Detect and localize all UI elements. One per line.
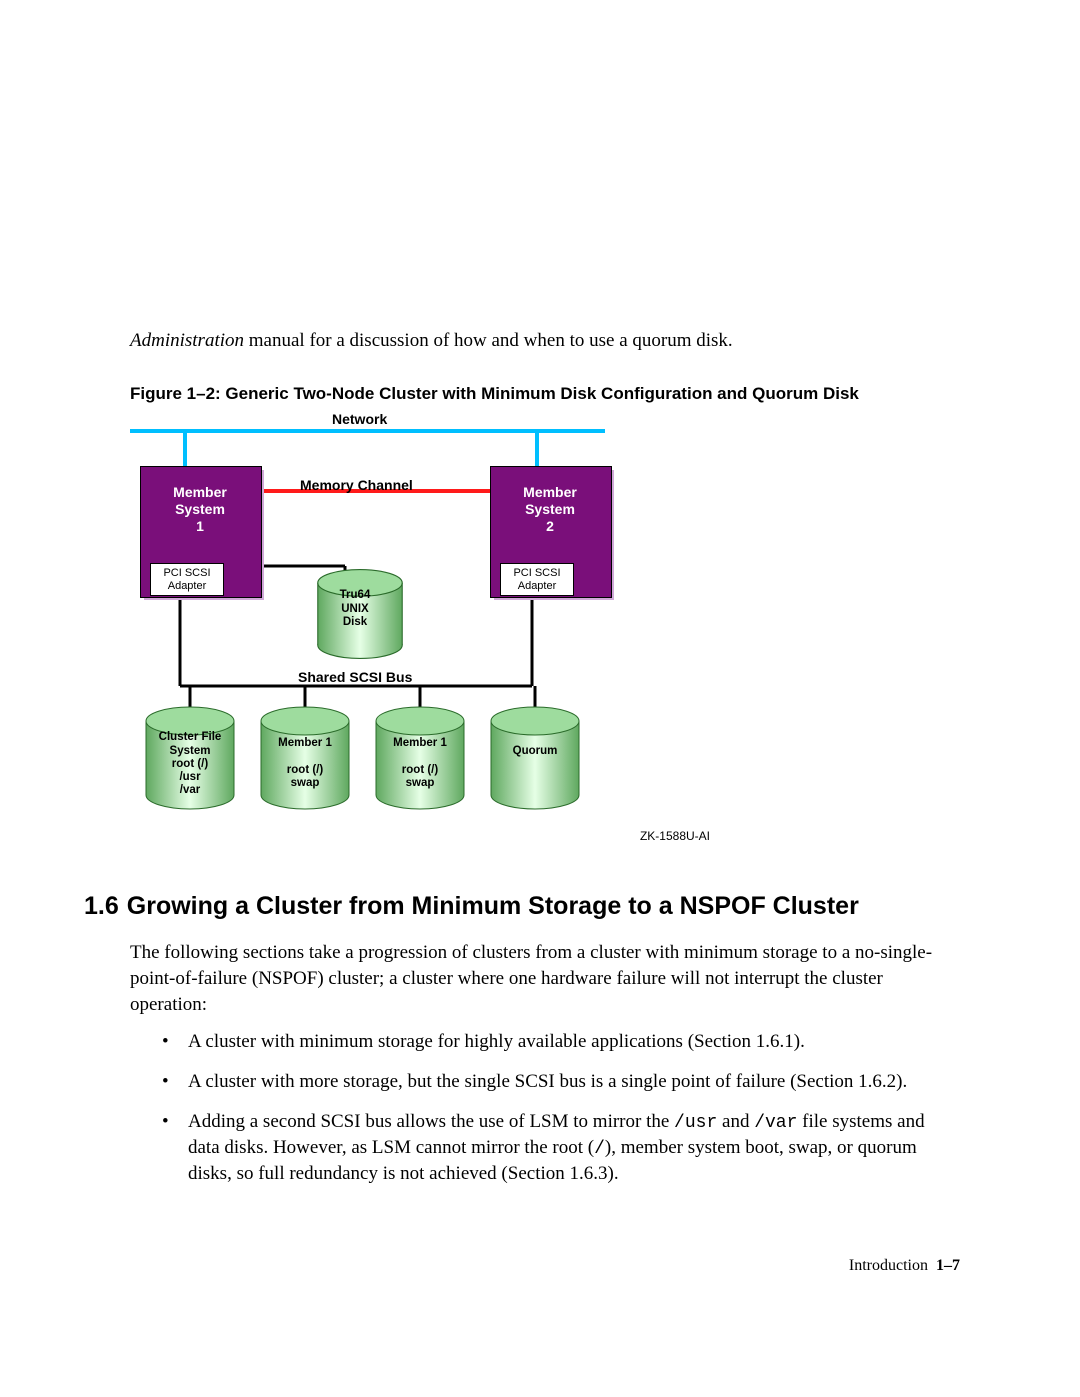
footer-label: Introduction bbox=[849, 1257, 928, 1274]
section-title: Growing a Cluster from Minimum Storage t… bbox=[127, 892, 859, 920]
shared-bus-label: Shared SCSI Bus bbox=[298, 669, 412, 685]
disk1-label: Cluster FileSystemroot (/)/usr/var bbox=[140, 731, 240, 797]
pci-scsi-adapter-2: PCI SCSIAdapter bbox=[500, 563, 574, 595]
page-footer: Introduction 1–7 bbox=[130, 1257, 960, 1275]
body-paragraph-1: The following sections take a progressio… bbox=[130, 940, 960, 1017]
bullet-list: A cluster with minimum storage for highl… bbox=[162, 1029, 960, 1187]
cluster-file-system-disk: Cluster FileSystemroot (/)/usr/var bbox=[140, 703, 240, 813]
figure-caption: Figure 1–2: Generic Two-Node Cluster wit… bbox=[130, 382, 960, 406]
member1-title: MemberSystem1 bbox=[140, 484, 260, 534]
footer-page-number: 1–7 bbox=[936, 1257, 960, 1274]
code-var: /var bbox=[754, 1113, 797, 1133]
memory-channel-label: Memory Channel bbox=[300, 477, 413, 493]
cluster-diagram: Network Memory Channel Shared SCSI Bus M… bbox=[130, 411, 690, 851]
member1-disk-b: Member 1 root (/)swap bbox=[370, 703, 470, 813]
bullet-item-2: A cluster with more storage, but the sin… bbox=[162, 1069, 960, 1095]
code-root: / bbox=[594, 1139, 605, 1159]
tru64-disk-label: Tru64UNIXDisk bbox=[310, 589, 400, 629]
code-usr: /usr bbox=[674, 1113, 717, 1133]
bullet-item-3: Adding a second SCSI bus allows the use … bbox=[162, 1109, 960, 1187]
disk4-label: Quorum bbox=[485, 745, 585, 758]
intro-paragraph: Administration manual for a discussion o… bbox=[130, 329, 960, 354]
member1-disk-a: Member 1 root (/)swap bbox=[255, 703, 355, 813]
pci-scsi-adapter-1: PCI SCSIAdapter bbox=[150, 563, 224, 595]
figure-id: ZK-1588U-AI bbox=[640, 829, 710, 843]
section-number: 1.6 bbox=[84, 892, 119, 920]
section-heading: 1.6 Growing a Cluster from Minimum Storag… bbox=[84, 891, 960, 921]
intro-italic: Administration bbox=[130, 330, 244, 351]
page: Administration manual for a discussion o… bbox=[0, 0, 1080, 1335]
network-label: Network bbox=[332, 411, 387, 427]
intro-rest: manual for a discussion of how and when … bbox=[244, 330, 733, 351]
bullet-item-1: A cluster with minimum storage for highl… bbox=[162, 1029, 960, 1055]
quorum-disk: Quorum bbox=[485, 703, 585, 813]
member2-title: MemberSystem2 bbox=[490, 484, 610, 534]
disk2-label: Member 1 root (/)swap bbox=[255, 737, 355, 790]
tru64-unix-disk: Tru64UNIXDisk bbox=[310, 559, 400, 649]
disk3-label: Member 1 root (/)swap bbox=[370, 737, 470, 790]
